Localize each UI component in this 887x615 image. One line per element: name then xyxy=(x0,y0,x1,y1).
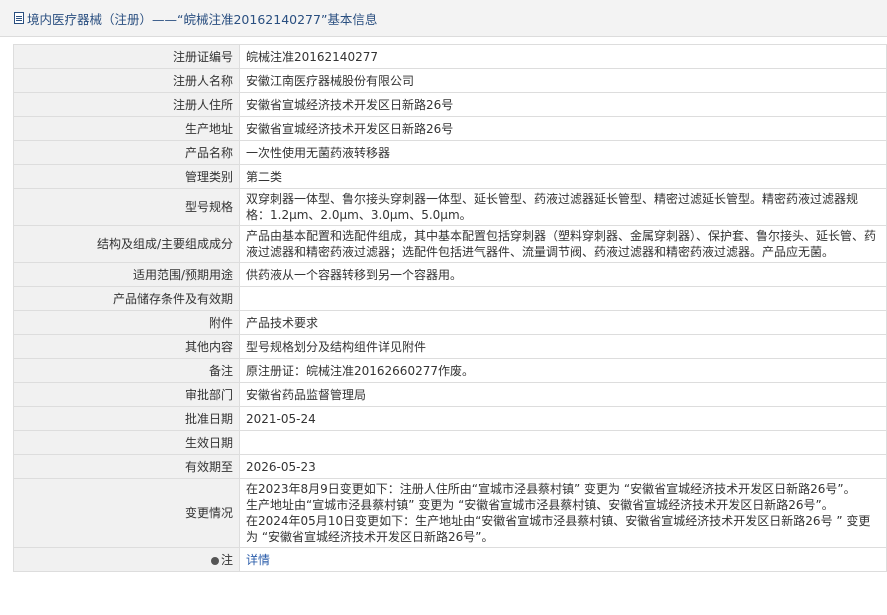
row-label: 审批部门 xyxy=(13,382,240,407)
table-row: 型号规格 双穿刺器一体型、鲁尔接头穿刺器一体型、延长管型、药液过滤器延长管型、精密… xyxy=(13,188,887,226)
table-row: 注册证编号 皖械注准20162140277 xyxy=(13,44,887,69)
row-label: 注册证编号 xyxy=(13,44,240,69)
row-value xyxy=(239,430,887,455)
table-row: 附件 产品技术要求 xyxy=(13,310,887,335)
changes-label: 变更情况 xyxy=(13,478,240,548)
document-icon xyxy=(14,12,24,24)
row-value: 双穿刺器一体型、鲁尔接头穿刺器一体型、延长管型、药液过滤器延长管型、精密过滤延长… xyxy=(239,188,887,226)
row-label: 注册人名称 xyxy=(13,68,240,93)
table-row: 结构及组成/主要组成成分 产品由基本配置和选配件组成，其中基本配置包括穿刺器（塑料… xyxy=(13,225,887,263)
table-row: 其他内容 型号规格划分及结构组件详见附件 xyxy=(13,334,887,359)
row-label: 附件 xyxy=(13,310,240,335)
row-value: 2026-05-23 xyxy=(239,454,887,479)
note-row: 注 详情 xyxy=(13,547,887,572)
note-label: 注 xyxy=(220,552,233,567)
table-row: 备注 原注册证：皖械注准20162660277作废。 xyxy=(13,358,887,383)
note-value: 详情 xyxy=(239,547,887,572)
change-line: 在2024年05月10日变更如下：生产地址由“安徽省宣城市泾县蔡村镇、安徽省宣城… xyxy=(246,514,871,544)
row-label: 产品名称 xyxy=(13,140,240,165)
page-header: 境内医疗器械（注册）——“皖械注准20162140277”基本信息 xyxy=(0,0,887,37)
row-label: 产品储存条件及有效期 xyxy=(13,286,240,311)
row-label: 生效日期 xyxy=(13,430,240,455)
change-line: 在2023年8月9日变更如下：注册人住所由“宣城市泾县蔡村镇” 变更为 “安徽省… xyxy=(246,482,856,496)
table-row: 注册人住所 安徽省宣城经济技术开发区日新路26号 xyxy=(13,92,887,117)
row-value: 安徽省宣城经济技术开发区日新路26号 xyxy=(239,92,887,117)
row-value: 皖械注准20162140277 xyxy=(239,44,887,69)
row-label: 备注 xyxy=(13,358,240,383)
row-value: 安徽省药品监督管理局 xyxy=(239,382,887,407)
row-value xyxy=(239,286,887,311)
row-label: 其他内容 xyxy=(13,334,240,359)
table-row: 有效期至 2026-05-23 xyxy=(13,454,887,479)
note-label-cell: 注 xyxy=(13,547,240,572)
row-value: 安徽省宣城经济技术开发区日新路26号 xyxy=(239,116,887,141)
page-title: 境内医疗器械（注册）——“皖械注准20162140277”基本信息 xyxy=(27,11,378,27)
row-label: 管理类别 xyxy=(13,164,240,189)
row-value: 供药液从一个容器转移到另一个容器用。 xyxy=(239,262,887,287)
info-table: 注册证编号 皖械注准20162140277 注册人名称 安徽江南医疗器械股份有限公司… xyxy=(13,44,887,572)
row-label: 结构及组成/主要组成成分 xyxy=(13,225,240,263)
table-row: 管理类别 第二类 xyxy=(13,164,887,189)
row-value: 原注册证：皖械注准20162660277作废。 xyxy=(239,358,887,383)
table-row: 生产地址 安徽省宣城经济技术开发区日新路26号 xyxy=(13,116,887,141)
row-value: 第二类 xyxy=(239,164,887,189)
table-row: 生效日期 xyxy=(13,430,887,455)
details-link[interactable]: 详情 xyxy=(246,553,270,567)
changes-row: 变更情况 在2023年8月9日变更如下：注册人住所由“宣城市泾县蔡村镇” 变更为… xyxy=(13,478,887,548)
row-label: 生产地址 xyxy=(13,116,240,141)
row-value: 安徽江南医疗器械股份有限公司 xyxy=(239,68,887,93)
row-value: 2021-05-24 xyxy=(239,406,887,431)
table-row: 产品名称 一次性使用无菌药液转移器 xyxy=(13,140,887,165)
table-row: 注册人名称 安徽江南医疗器械股份有限公司 xyxy=(13,68,887,93)
row-label: 适用范围/预期用途 xyxy=(13,262,240,287)
row-label: 型号规格 xyxy=(13,188,240,226)
row-value: 一次性使用无菌药液转移器 xyxy=(239,140,887,165)
row-label: 批准日期 xyxy=(13,406,240,431)
table-row: 适用范围/预期用途 供药液从一个容器转移到另一个容器用。 xyxy=(13,262,887,287)
table-row: 产品储存条件及有效期 xyxy=(13,286,887,311)
bullet-icon xyxy=(210,556,219,565)
table-row: 审批部门 安徽省药品监督管理局 xyxy=(13,382,887,407)
change-line: 生产地址由“宣城市泾县蔡村镇” 变更为 “安徽省宣城市泾县蔡村镇、安徽省宣城经济… xyxy=(246,498,834,512)
row-value: 产品由基本配置和选配件组成，其中基本配置包括穿刺器（塑料穿刺器、金属穿刺器）、保… xyxy=(239,225,887,263)
row-label: 注册人住所 xyxy=(13,92,240,117)
row-value: 产品技术要求 xyxy=(239,310,887,335)
changes-value: 在2023年8月9日变更如下：注册人住所由“宣城市泾县蔡村镇” 变更为 “安徽省… xyxy=(239,478,887,548)
table-row: 批准日期 2021-05-24 xyxy=(13,406,887,431)
row-value: 型号规格划分及结构组件详见附件 xyxy=(239,334,887,359)
row-label: 有效期至 xyxy=(13,454,240,479)
